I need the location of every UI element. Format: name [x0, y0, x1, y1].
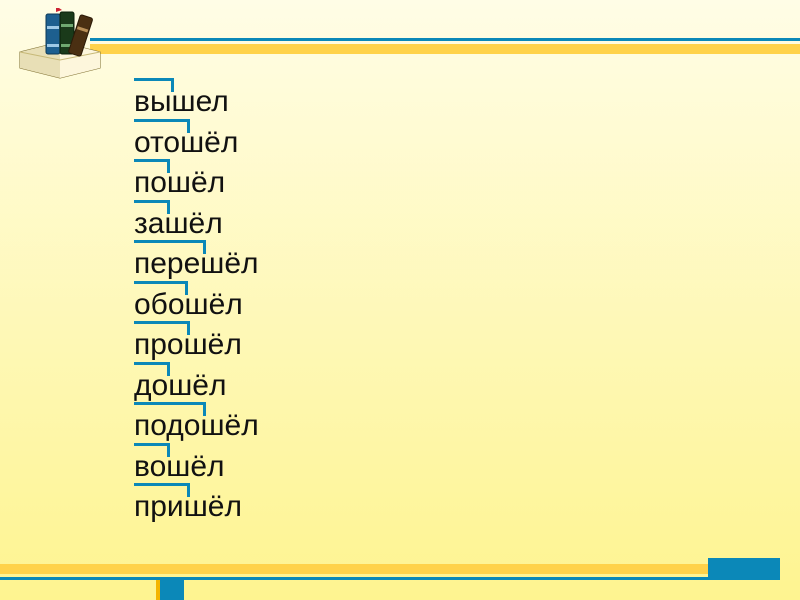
bottom-border-blue	[0, 577, 780, 580]
books-icon	[16, 8, 106, 86]
word-item: прошёл	[134, 325, 259, 366]
word-item: зашёл	[134, 204, 259, 245]
top-border-blue	[90, 38, 800, 41]
word-text: вышел	[134, 85, 229, 118]
word-item: дошёл	[134, 366, 259, 407]
word-text: зашёл	[134, 207, 223, 240]
word-item: подошёл	[134, 406, 259, 447]
word-text: дошёл	[134, 369, 226, 402]
word-item: вошёл	[134, 447, 259, 488]
word-item: отошёл	[134, 123, 259, 164]
word-text: вошёл	[134, 450, 225, 483]
bottom-right-accent	[708, 558, 780, 580]
bottom-border	[0, 564, 780, 580]
word-item: пошёл	[134, 163, 259, 204]
word-text: отошёл	[134, 126, 238, 159]
top-border	[30, 38, 800, 54]
word-text: обошёл	[134, 288, 243, 321]
word-text: пришёл	[134, 490, 242, 523]
word-item: обошёл	[134, 285, 259, 326]
slide: вышел отошёл пошёл зашёл перешёл обошёл …	[0, 0, 800, 600]
top-border-yellow	[90, 44, 800, 54]
word-item: перешёл	[134, 244, 259, 285]
bottom-border-yellow	[0, 564, 780, 574]
word-text: пошёл	[134, 166, 225, 199]
word-item: пришёл	[134, 487, 259, 528]
word-item: вышел	[134, 82, 259, 123]
word-list: вышел отошёл пошёл зашёл перешёл обошёл …	[134, 82, 259, 528]
word-text: подошёл	[134, 409, 259, 442]
page-tab-icon	[160, 580, 184, 600]
word-text: прошёл	[134, 328, 242, 361]
word-text: перешёл	[134, 247, 259, 280]
